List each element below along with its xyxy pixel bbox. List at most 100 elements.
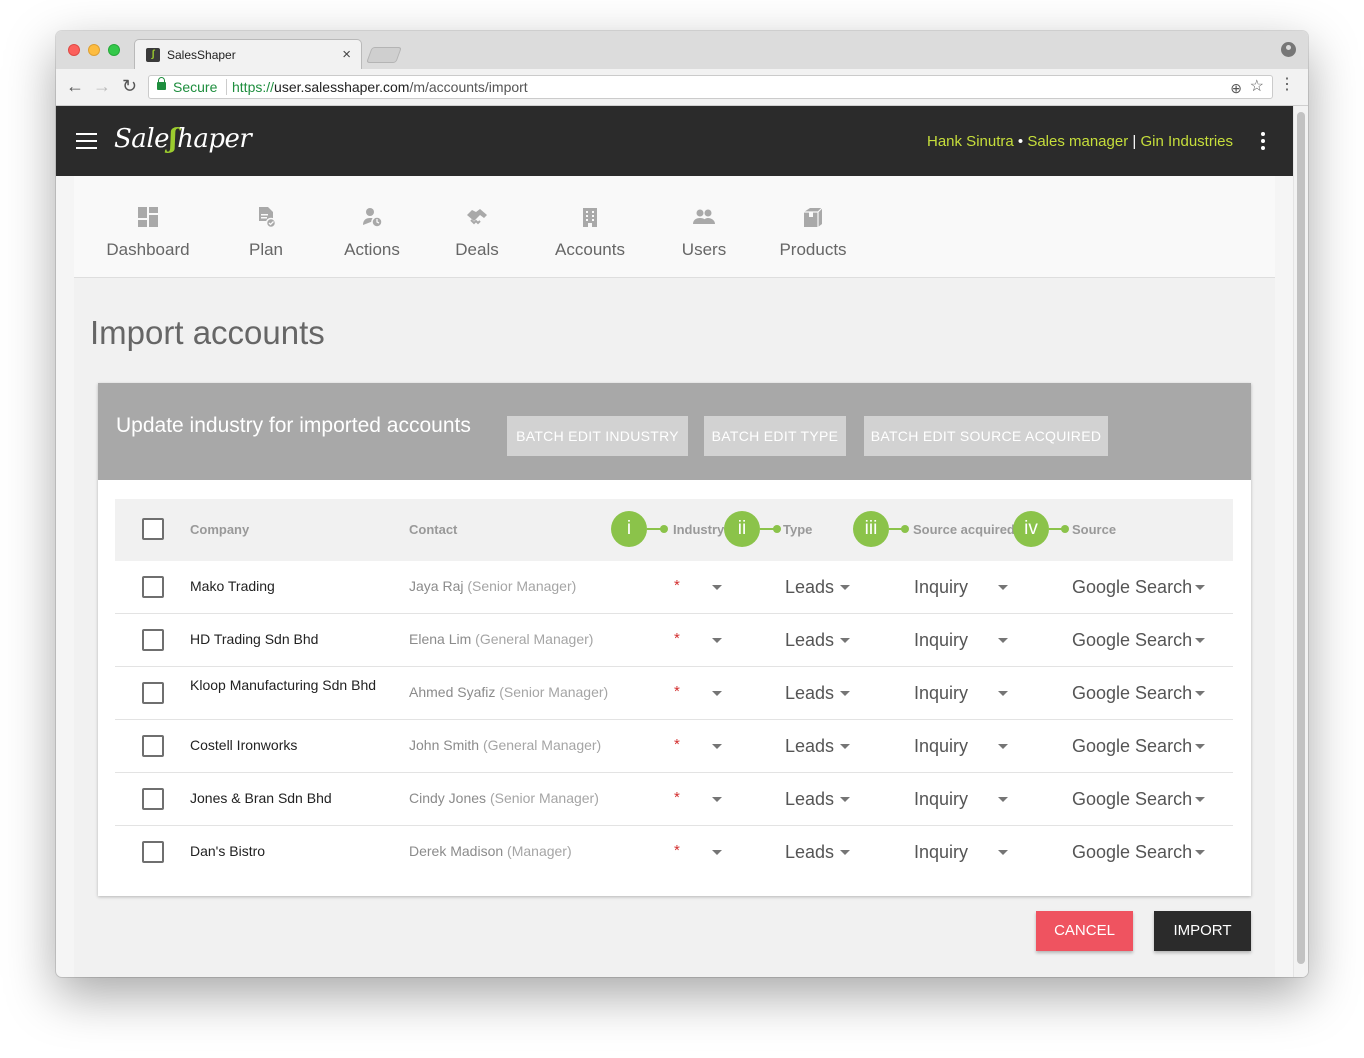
row-checkbox[interactable]: [142, 788, 164, 810]
batch-edit-industry-button[interactable]: BATCH EDIT INDUSTRY: [507, 416, 688, 456]
source-acquired-select[interactable]: Inquiry: [914, 736, 968, 757]
card-header: Update industry for imported accounts BA…: [98, 383, 1251, 480]
source-select[interactable]: Google Search: [1072, 789, 1192, 810]
row-checkbox[interactable]: [142, 841, 164, 863]
cancel-button[interactable]: CANCEL: [1036, 911, 1133, 951]
table-row: Jones & Bran Sdn Bhd Cindy Jones (Senior…: [115, 773, 1233, 826]
nav-item-dashboard[interactable]: Dashboard: [96, 176, 200, 276]
type-select[interactable]: Leads: [785, 630, 834, 651]
source-dropdown-caret-icon[interactable]: [1195, 850, 1205, 855]
company-name: Dan's Bistro: [190, 843, 266, 859]
source-select[interactable]: Google Search: [1072, 577, 1192, 598]
industry-dropdown-caret-icon[interactable]: [712, 585, 722, 590]
address-bar[interactable]: Secure https://user.salesshaper.com/m/ac…: [148, 75, 1273, 99]
type-dropdown-caret-icon[interactable]: [840, 638, 850, 643]
browser-tab[interactable]: ʃ SalesShaper ×: [134, 39, 362, 69]
type-dropdown-caret-icon[interactable]: [840, 744, 850, 749]
user-info[interactable]: Hank Sinutra • Sales manager | Gin Indus…: [927, 133, 1233, 150]
reload-icon[interactable]: ↻: [122, 76, 137, 97]
type-dropdown-caret-icon[interactable]: [840, 691, 850, 696]
row-checkbox[interactable]: [142, 576, 164, 598]
maximize-window-button[interactable]: [108, 44, 120, 56]
company-name: Jones & Bran Sdn Bhd: [190, 790, 332, 806]
actions-icon: [363, 208, 383, 228]
type-select[interactable]: Leads: [785, 683, 834, 704]
zoom-icon[interactable]: ⊕: [1230, 77, 1242, 99]
batch-edit-source-acquired-button[interactable]: BATCH EDIT SOURCE ACQUIRED: [864, 416, 1108, 456]
source-select[interactable]: Google Search: [1072, 683, 1192, 704]
source-select[interactable]: Google Search: [1072, 630, 1192, 651]
source-acquired-dropdown-caret-icon[interactable]: [998, 638, 1008, 643]
tab-close-icon[interactable]: ×: [342, 46, 351, 63]
nav-item-deals[interactable]: Deals: [444, 176, 510, 276]
back-arrow-icon[interactable]: ←: [66, 76, 84, 97]
browser-menu-icon[interactable]: ⋮: [1279, 77, 1295, 93]
contact-name: John Smith: [409, 737, 480, 753]
source-acquired-dropdown-caret-icon[interactable]: [998, 585, 1008, 590]
forward-arrow-icon[interactable]: →: [93, 76, 111, 97]
source-acquired-dropdown-caret-icon[interactable]: [998, 691, 1008, 696]
source-acquired-select[interactable]: Inquiry: [914, 683, 968, 704]
type-select[interactable]: Leads: [785, 789, 834, 810]
new-tab-button[interactable]: [366, 47, 402, 63]
source-acquired-dropdown-caret-icon[interactable]: [998, 744, 1008, 749]
row-checkbox[interactable]: [142, 629, 164, 651]
nav-item-products[interactable]: Products: [766, 176, 860, 276]
type-select[interactable]: Leads: [785, 577, 834, 598]
source-select[interactable]: Google Search: [1072, 842, 1192, 863]
more-options-icon[interactable]: [1261, 132, 1265, 150]
industry-dropdown-caret-icon[interactable]: [712, 850, 722, 855]
source-select[interactable]: Google Search: [1072, 736, 1192, 757]
header-company: Company: [190, 522, 250, 537]
industry-dropdown-caret-icon[interactable]: [712, 638, 722, 643]
batch-edit-type-button[interactable]: BATCH EDIT TYPE: [704, 416, 846, 456]
type-select[interactable]: Leads: [785, 842, 834, 863]
source-acquired-select[interactable]: Inquiry: [914, 630, 968, 651]
nav-item-plan[interactable]: Plan: [232, 176, 300, 276]
source-dropdown-caret-icon[interactable]: [1195, 744, 1205, 749]
source-dropdown-caret-icon[interactable]: [1195, 638, 1205, 643]
source-dropdown-caret-icon[interactable]: [1195, 797, 1205, 802]
type-dropdown-caret-icon[interactable]: [840, 585, 850, 590]
row-checkbox[interactable]: [142, 735, 164, 757]
type-dropdown-caret-icon[interactable]: [840, 797, 850, 802]
contact-name: Derek Madison: [409, 843, 504, 859]
source-acquired-dropdown-caret-icon[interactable]: [998, 850, 1008, 855]
hamburger-menu-icon[interactable]: [76, 133, 97, 149]
salesshaper-logo[interactable]: Saleʃhaper: [114, 124, 252, 154]
type-dropdown-caret-icon[interactable]: [840, 850, 850, 855]
minimize-window-button[interactable]: [88, 44, 100, 56]
nav-item-users[interactable]: Users: [670, 176, 738, 276]
source-dropdown-caret-icon[interactable]: [1195, 585, 1205, 590]
source-acquired-dropdown-caret-icon[interactable]: [998, 797, 1008, 802]
source-acquired-select[interactable]: Inquiry: [914, 789, 968, 810]
nav-item-actions[interactable]: Actions: [330, 176, 414, 276]
url-text[interactable]: https://user.salesshaper.com/m/accounts/…: [232, 76, 528, 98]
logo-s-icon: ʃ: [169, 124, 178, 154]
profile-icon[interactable]: [1281, 42, 1296, 57]
close-window-button[interactable]: [68, 44, 80, 56]
page-scrollbar[interactable]: [1293, 106, 1308, 977]
url-host: user.salesshaper.com: [274, 79, 410, 95]
industry-dropdown-caret-icon[interactable]: [712, 744, 722, 749]
source-acquired-select[interactable]: Inquiry: [914, 577, 968, 598]
contact-role: (Senior Manager): [489, 790, 599, 806]
import-button[interactable]: IMPORT: [1154, 911, 1251, 951]
nav-item-accounts[interactable]: Accounts: [544, 176, 636, 276]
company-name: Kloop Manufacturing Sdn Bhd: [190, 677, 377, 693]
industry-dropdown-caret-icon[interactable]: [712, 797, 722, 802]
step-dot-1: [660, 525, 668, 533]
contact-name: Jaya Raj: [409, 578, 464, 594]
type-select[interactable]: Leads: [785, 736, 834, 757]
bookmark-star-icon[interactable]: ☆: [1250, 76, 1264, 98]
source-dropdown-caret-icon[interactable]: [1195, 691, 1205, 696]
select-all-checkbox[interactable]: [142, 518, 164, 540]
scrollbar-thumb[interactable]: [1297, 112, 1305, 964]
user-role: Sales manager: [1027, 133, 1129, 150]
contact: Cindy Jones (Senior Manager): [409, 790, 599, 806]
header-type: Type: [783, 522, 813, 537]
main-content: Import accounts Update industry for impo…: [74, 278, 1275, 977]
source-acquired-select[interactable]: Inquiry: [914, 842, 968, 863]
row-checkbox[interactable]: [142, 682, 164, 704]
industry-dropdown-caret-icon[interactable]: [712, 691, 722, 696]
